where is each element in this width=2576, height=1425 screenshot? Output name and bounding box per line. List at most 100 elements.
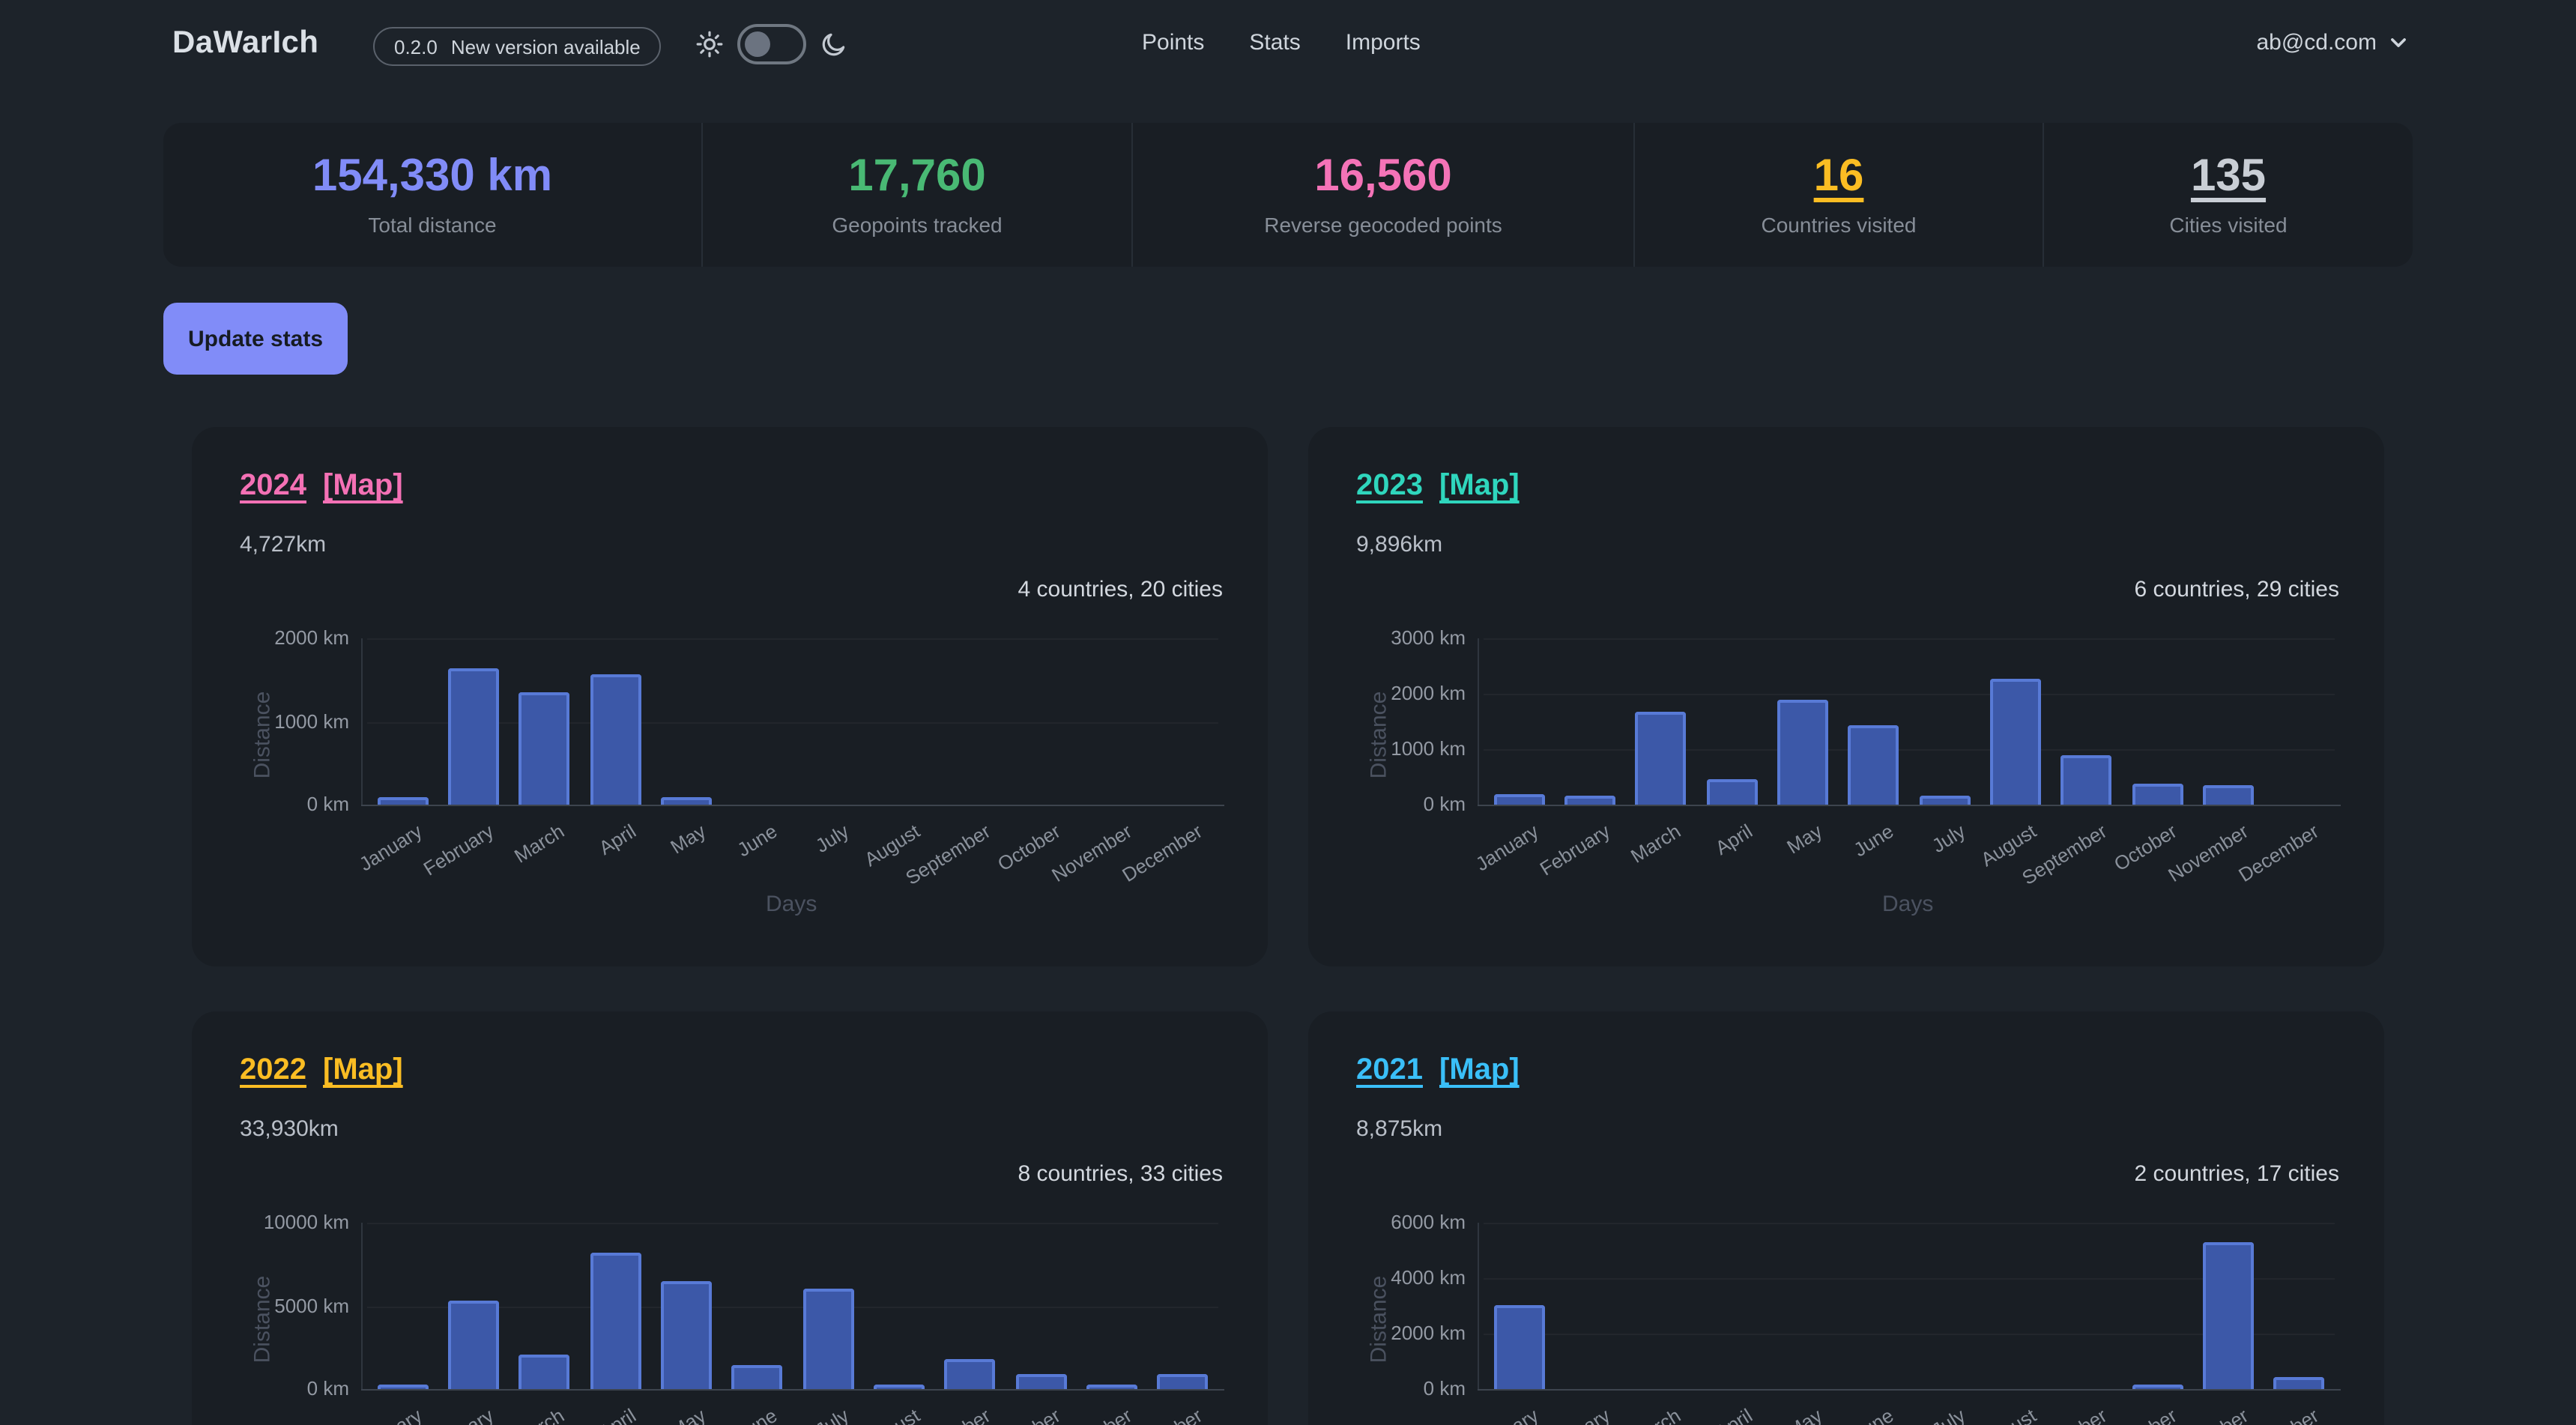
y-tick-label: 2000 km <box>240 626 349 649</box>
map-link-2021[interactable]: [Map] <box>1439 1053 1520 1088</box>
month-label: February <box>420 1404 498 1425</box>
month-label: October <box>2111 1404 2181 1425</box>
bar-march <box>519 1355 570 1389</box>
version-badge[interactable]: 0.2.0 New version available <box>373 27 662 66</box>
stat-label: Geopoints tracked <box>832 213 1002 237</box>
year-distance: 4,727km <box>240 532 326 557</box>
user-menu[interactable]: ab@cd.com <box>2256 30 2408 55</box>
stat-value[interactable]: 16 <box>1814 154 1864 201</box>
month-label: August <box>1976 1404 2040 1425</box>
countries-cities-summary: 4 countries, 20 cities <box>1018 577 1224 602</box>
bar-may <box>661 797 712 805</box>
month-label: April <box>594 820 639 859</box>
bar-july <box>802 1289 853 1389</box>
theme-switcher <box>695 24 848 64</box>
month-label: June <box>734 1404 781 1425</box>
map-link-2023[interactable]: [Map] <box>1439 469 1520 503</box>
bar-february <box>448 1301 499 1389</box>
y-axis-title: Distance <box>250 691 275 778</box>
month-label: February <box>1536 820 1614 880</box>
month-label: July <box>1927 1404 1968 1425</box>
year-card-2024: 2024 [Map] 4,727km 4 countries, 20 cities Di… <box>192 427 1268 966</box>
app-logo: DaWarIch <box>172 25 318 61</box>
main-nav: Points Stats Imports <box>1142 30 1421 55</box>
bar-january <box>377 797 428 805</box>
map-link-2022[interactable]: [Map] <box>323 1053 403 1088</box>
monthly-distance-chart: Distance3000 km2000 km1000 km0 kmJanuary… <box>1356 619 2342 943</box>
month-label: June <box>1850 1404 1898 1425</box>
bar-august <box>874 1385 925 1389</box>
countries-cities-summary: 6 countries, 29 cities <box>2135 577 2340 602</box>
header: DaWarIch 0.2.0 New version available Poi… <box>0 0 2576 90</box>
bar-april <box>590 674 641 805</box>
nav-points[interactable]: Points <box>1142 30 1204 55</box>
stat-label: Countries visited <box>1762 213 1917 237</box>
year-distance: 9,896km <box>1356 532 1442 557</box>
month-label: July <box>811 1404 852 1425</box>
gridline <box>1484 1223 2335 1224</box>
update-stats-button[interactable]: Update stats <box>163 303 348 375</box>
month-label: April <box>1711 1404 1756 1425</box>
stat-cell: 16,560Reverse geocoded points <box>1133 123 1635 267</box>
month-label: February <box>420 820 498 880</box>
bar-july <box>1919 796 1970 805</box>
stat-label: Reverse geocoded points <box>1264 213 1502 237</box>
bar-october <box>1015 1374 1066 1389</box>
stat-value: 17,760 <box>848 154 986 201</box>
stat-cell: 154,330 kmTotal distance <box>163 123 703 267</box>
month-label: November <box>1047 820 1136 886</box>
bar-august <box>1990 679 2041 805</box>
y-tick-label: 6000 km <box>1356 1211 1466 1233</box>
bar-april <box>1706 779 1757 805</box>
stat-label: Cities visited <box>2169 213 2287 237</box>
gridline <box>367 1223 1218 1224</box>
version-note: New version available <box>451 35 641 58</box>
x-axis-title: Days <box>766 892 817 917</box>
year-distance: 8,875km <box>1356 1116 1442 1142</box>
month-label: May <box>1783 820 1827 858</box>
monthly-distance-chart: Distance2000 km1000 km0 kmJanuaryFebruar… <box>240 619 1226 943</box>
y-axis-line <box>361 638 363 805</box>
x-axis-line <box>1478 805 2341 806</box>
month-label: April <box>1711 820 1756 859</box>
countries-cities-summary: 8 countries, 33 cities <box>1018 1161 1224 1187</box>
y-tick-label: 2000 km <box>1356 1322 1466 1344</box>
nav-imports[interactable]: Imports <box>1346 30 1421 55</box>
bar-september <box>2061 755 2112 805</box>
month-label: May <box>667 820 710 858</box>
card-title: 2021 [Map] <box>1356 1053 1520 1088</box>
bar-march <box>519 692 570 805</box>
month-label: May <box>667 1404 710 1425</box>
y-tick-label: 1000 km <box>1356 737 1466 760</box>
month-label: May <box>1783 1404 1827 1425</box>
nav-stats[interactable]: Stats <box>1249 30 1300 55</box>
map-link-2024[interactable]: [Map] <box>323 469 403 503</box>
toggle-thumb <box>745 31 770 57</box>
x-axis-title: Days <box>1882 892 1933 917</box>
stat-value[interactable]: 135 <box>2191 154 2266 201</box>
bar-march <box>1636 712 1687 805</box>
year-card-2023: 2023[Map]9,896km6 countries, 29 citiesDi… <box>1308 427 2384 966</box>
month-label: March <box>510 820 568 868</box>
year-link-2021[interactable]: 2021 <box>1356 1053 1423 1088</box>
year-link-2024[interactable]: 2024 <box>240 469 306 503</box>
month-label: March <box>1627 820 1684 868</box>
month-label: March <box>1627 1404 1684 1425</box>
y-tick-label: 0 km <box>240 1377 349 1400</box>
bar-september <box>945 1359 996 1389</box>
bar-january <box>1493 794 1544 805</box>
month-label: January <box>356 820 426 875</box>
stat-label: Total distance <box>368 213 496 237</box>
month-label: January <box>356 1404 426 1425</box>
month-label: October <box>994 1404 1065 1425</box>
theme-toggle[interactable] <box>737 24 806 64</box>
year-distance: 33,930km <box>240 1116 339 1142</box>
bar-february <box>1564 796 1615 805</box>
month-label: June <box>734 820 781 861</box>
y-axis-line <box>1478 638 1479 805</box>
year-link-2022[interactable]: 2022 <box>240 1053 306 1088</box>
year-link-2023[interactable]: 2023 <box>1356 469 1423 503</box>
y-tick-label: 0 km <box>1356 793 1466 815</box>
stat-cell: 16 Countries visited <box>1635 123 2044 267</box>
stat-cell: 17,760 Geopoints tracked <box>703 123 1133 267</box>
